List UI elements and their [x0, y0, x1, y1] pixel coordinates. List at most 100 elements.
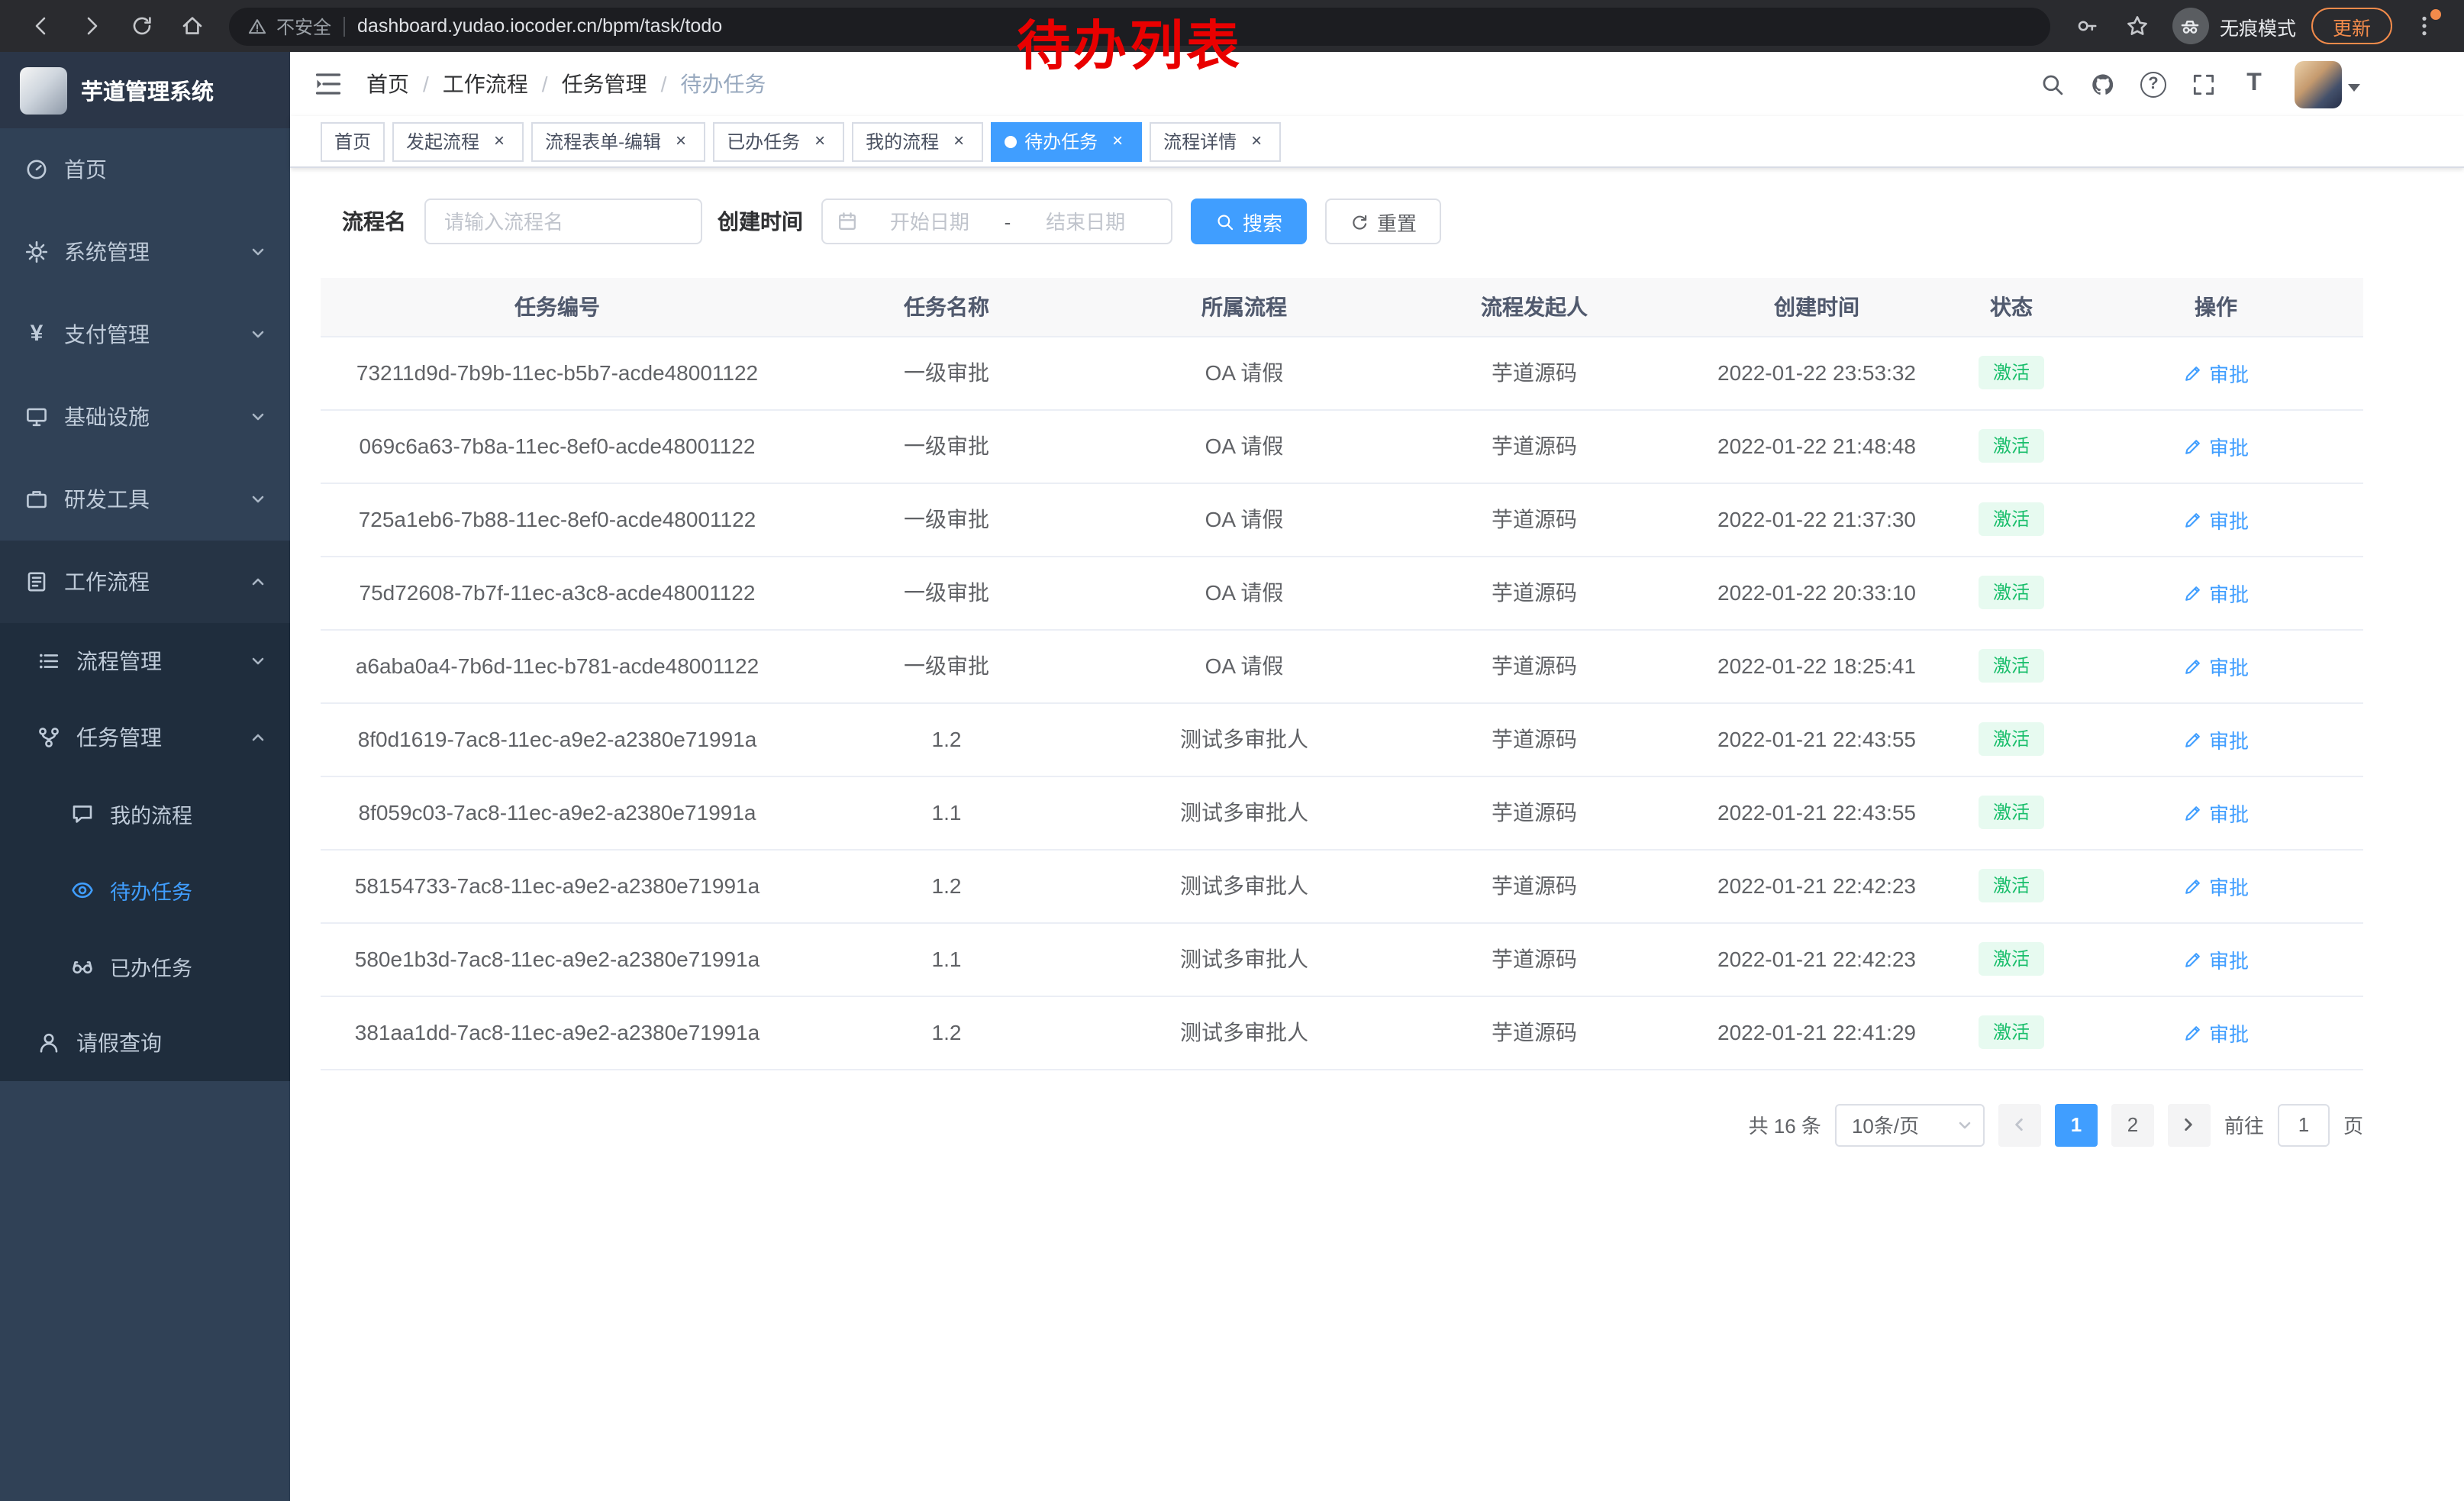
sidebar-item-my-process[interactable]: 我的流程 [0, 776, 290, 852]
column-task-name: 任务名称 [794, 278, 1099, 336]
sidebar-item-process-mgmt[interactable]: 流程管理 [0, 623, 290, 699]
sidebar-item-home[interactable]: 首页 [0, 128, 290, 211]
sidebar-item-label: 支付管理 [64, 319, 235, 350]
header-search-button[interactable] [2027, 52, 2078, 116]
approve-link[interactable]: 审批 [2183, 651, 2249, 680]
approve-link[interactable]: 审批 [2183, 725, 2249, 754]
chevron-down-icon [250, 327, 266, 342]
cell-task-id: 725a1eb6-7b88-11ec-8ef0-acde48001122 [321, 483, 794, 556]
sidebar-item-task-mgmt[interactable]: 任务管理 [0, 699, 290, 776]
cell-initiator: 芋道源码 [1389, 776, 1679, 849]
tab-label: 我的流程 [866, 128, 939, 154]
tab-close-icon[interactable]: × [948, 131, 969, 152]
cell-create-time: 2022-01-21 22:43:55 [1679, 702, 1954, 776]
font-size-button[interactable]: T [2229, 52, 2279, 116]
process-name-label: 流程名 [342, 206, 406, 237]
page-button-1[interactable]: 1 [2055, 1103, 2098, 1146]
goto-label: 前往 [2224, 1110, 2264, 1139]
tab[interactable]: 流程详情 × [1150, 121, 1281, 161]
user-avatar-dropdown[interactable] [2295, 60, 2360, 108]
date-range-picker[interactable]: - [821, 199, 1172, 244]
reload-icon [129, 14, 153, 38]
approve-link[interactable]: 审批 [2183, 798, 2249, 827]
tab-close-icon[interactable]: × [809, 131, 830, 152]
browser-home-button[interactable] [171, 5, 212, 47]
tab[interactable]: 已办任务 × [713, 121, 844, 161]
person-icon [37, 1031, 61, 1055]
help-button[interactable]: ? [2128, 52, 2179, 116]
tab[interactable]: 发起流程 × [392, 121, 524, 161]
approve-link[interactable]: 审批 [2183, 944, 2249, 973]
cell-status: 激活 [1954, 702, 2069, 776]
sidebar-item-infrastructure[interactable]: 基础设施 [0, 376, 290, 458]
breadcrumb-item-task-mgmt[interactable]: 任务管理 [528, 69, 647, 99]
tab-close-icon[interactable]: × [1107, 131, 1128, 152]
search-button-label: 搜索 [1243, 207, 1282, 236]
sidebar-item-workflow[interactable]: 工作流程 [0, 541, 290, 623]
approve-link[interactable]: 审批 [2183, 505, 2249, 534]
breadcrumb-item-workflow[interactable]: 工作流程 [409, 69, 528, 99]
browser-update-button[interactable]: 更新 [2311, 8, 2392, 44]
github-link[interactable] [2078, 52, 2128, 116]
browser-back-button[interactable] [20, 5, 61, 47]
approve-label: 审批 [2209, 798, 2249, 827]
prev-page-button[interactable] [1998, 1103, 2041, 1146]
search-button[interactable]: 搜索 [1191, 199, 1307, 244]
tab[interactable]: 流程表单-编辑 × [531, 121, 705, 161]
app-logo[interactable]: 芋道管理系统 [0, 52, 290, 128]
browser-forward-button[interactable] [70, 5, 111, 47]
page-size-select[interactable]: 10条/页 [1835, 1103, 1985, 1146]
end-date-input[interactable] [1014, 210, 1157, 233]
sidebar-item-done-tasks[interactable]: 已办任务 [0, 928, 290, 1005]
goto-page-input[interactable] [2278, 1103, 2330, 1146]
approve-link[interactable]: 审批 [2183, 358, 2249, 387]
table-row: 381aa1dd-7ac8-11ec-a9e2-a2380e71991a 1.2… [321, 996, 2363, 1069]
approve-link[interactable]: 审批 [2183, 1018, 2249, 1047]
approve-link[interactable]: 审批 [2183, 431, 2249, 460]
tab-label: 已办任务 [727, 128, 800, 154]
security-chip[interactable]: 不安全 [247, 13, 331, 39]
password-manager-button[interactable] [2067, 5, 2108, 47]
address-bar[interactable]: 不安全 dashboard.yudao.iocoder.cn/bpm/task/… [229, 7, 2050, 45]
browser-menu-button[interactable] [2403, 5, 2444, 47]
cell-create-time: 2022-01-21 22:42:23 [1679, 849, 1954, 922]
approve-link[interactable]: 审批 [2183, 578, 2249, 607]
pagination: 共 16 条 10条/页 1 2 前往 页 [321, 1103, 2363, 1146]
sidebar-item-system-mgmt[interactable]: 系统管理 [0, 211, 290, 293]
reset-button[interactable]: 重置 [1325, 199, 1441, 244]
status-badge: 激活 [1979, 796, 2043, 829]
tab[interactable]: 待办任务 × [991, 121, 1142, 161]
edit-icon [2183, 729, 2203, 749]
incognito-label: 无痕模式 [2220, 11, 2296, 40]
tab-close-icon[interactable]: × [670, 131, 692, 152]
sidebar-item-leave-query[interactable]: 请假查询 [0, 1005, 290, 1081]
collapse-sidebar-icon[interactable] [313, 69, 343, 99]
fullscreen-button[interactable] [2179, 52, 2229, 116]
sidebar-item-todo-tasks[interactable]: 待办任务 [0, 852, 290, 928]
bookmark-button[interactable] [2117, 5, 2159, 47]
tab[interactable]: 首页 [321, 121, 385, 161]
chevron-left-icon [2011, 1116, 2028, 1133]
next-page-button[interactable] [2168, 1103, 2211, 1146]
breadcrumb-item-home[interactable]: 首页 [366, 69, 409, 99]
cell-task-id: 069c6a63-7b8a-11ec-8ef0-acde48001122 [321, 409, 794, 483]
cell-initiator: 芋道源码 [1389, 702, 1679, 776]
start-date-input[interactable] [858, 210, 1001, 233]
home-icon [179, 14, 204, 38]
edit-icon [2183, 1022, 2203, 1042]
browser-reload-button[interactable] [121, 5, 162, 47]
table-row: 8f0d1619-7ac8-11ec-a9e2-a2380e71991a 1.2… [321, 702, 2363, 776]
cell-initiator: 芋道源码 [1389, 409, 1679, 483]
tab[interactable]: 我的流程 × [852, 121, 983, 161]
tab-close-icon[interactable]: × [1246, 131, 1267, 152]
approve-link[interactable]: 审批 [2183, 871, 2249, 900]
page-button-2[interactable]: 2 [2111, 1103, 2154, 1146]
tab-close-icon[interactable]: × [489, 131, 510, 152]
status-badge: 激活 [1979, 576, 2043, 609]
process-name-input[interactable] [424, 199, 702, 244]
cell-initiator: 芋道源码 [1389, 483, 1679, 556]
sidebar-item-dev-tools[interactable]: 研发工具 [0, 458, 290, 541]
table-row: 75d72608-7b7f-11ec-a3c8-acde48001122 一级审… [321, 556, 2363, 629]
sidebar-item-payment-mgmt[interactable]: ¥ 支付管理 [0, 293, 290, 376]
fullscreen-icon [2191, 71, 2217, 97]
